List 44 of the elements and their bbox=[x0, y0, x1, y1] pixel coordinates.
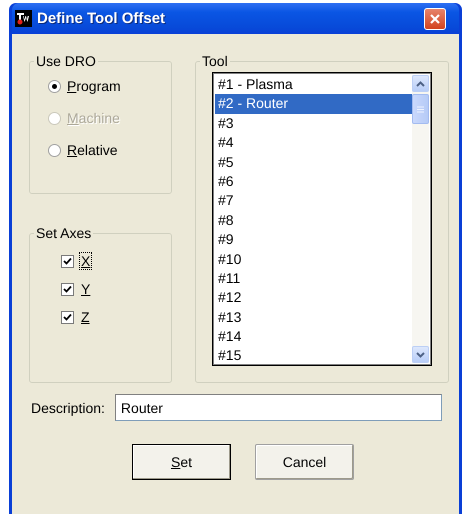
group-label: Set Axes bbox=[35, 226, 92, 240]
close-button[interactable] bbox=[424, 8, 446, 30]
radio-button[interactable] bbox=[48, 144, 61, 156]
description-field[interactable]: Router bbox=[114, 394, 442, 421]
radio-button[interactable] bbox=[48, 80, 61, 92]
checkbox-label[interactable]: X bbox=[80, 253, 92, 269]
scroll-down-button[interactable] bbox=[412, 346, 429, 363]
radio-label[interactable]: Program bbox=[67, 78, 121, 94]
list-item[interactable]: #2 - Router bbox=[215, 94, 412, 114]
scrollbar[interactable] bbox=[412, 75, 429, 363]
close-icon[interactable] bbox=[429, 12, 441, 24]
checkbox[interactable] bbox=[61, 310, 74, 324]
list-item[interactable]: #1 - Plasma bbox=[215, 75, 412, 94]
list-item[interactable]: #4 bbox=[215, 133, 412, 153]
list-item[interactable]: #12 bbox=[215, 288, 412, 308]
list-item[interactable]: #14 bbox=[215, 327, 412, 346]
list-item[interactable]: #5 bbox=[215, 152, 412, 172]
caret-up-icon[interactable] bbox=[416, 80, 425, 86]
list-item[interactable]: #7 bbox=[215, 191, 412, 211]
list-item[interactable]: #10 bbox=[215, 250, 412, 269]
caret-down-icon[interactable] bbox=[416, 352, 425, 358]
list-item[interactable]: #13 bbox=[215, 308, 412, 328]
checkbox[interactable] bbox=[61, 282, 74, 296]
group-label: Tool bbox=[201, 54, 229, 68]
app-logo-icon bbox=[15, 10, 32, 27]
grip-icon bbox=[417, 106, 424, 112]
scroll-thumb[interactable] bbox=[412, 94, 429, 124]
tool-list[interactable]: #1 - Plasma #2 - Router #3 #4 #5 #6 #7 #8 #9 #10 #11 #12 #13 #14 #15 bbox=[212, 72, 432, 366]
list-item[interactable]: #6 bbox=[215, 172, 412, 192]
list-item[interactable]: #15 bbox=[215, 346, 412, 363]
scroll-up-button[interactable] bbox=[412, 75, 429, 92]
list-item[interactable]: #11 bbox=[215, 268, 412, 288]
set-button[interactable]: Set bbox=[132, 444, 231, 480]
checkbox-label[interactable]: Z bbox=[80, 309, 91, 325]
list-item[interactable]: #8 bbox=[215, 210, 412, 230]
list-item[interactable]: #3 bbox=[215, 114, 412, 134]
checkbox-label[interactable]: Y bbox=[80, 281, 92, 297]
window-title: Define Tool Offset bbox=[37, 10, 166, 27]
group-label: Use DRO bbox=[35, 54, 97, 68]
checkbox[interactable] bbox=[61, 254, 74, 268]
description-label: Description: bbox=[31, 400, 105, 416]
list-item[interactable]: #9 bbox=[215, 230, 412, 250]
cancel-button[interactable]: Cancel bbox=[255, 444, 354, 480]
radio-label[interactable]: Relative bbox=[67, 142, 118, 158]
